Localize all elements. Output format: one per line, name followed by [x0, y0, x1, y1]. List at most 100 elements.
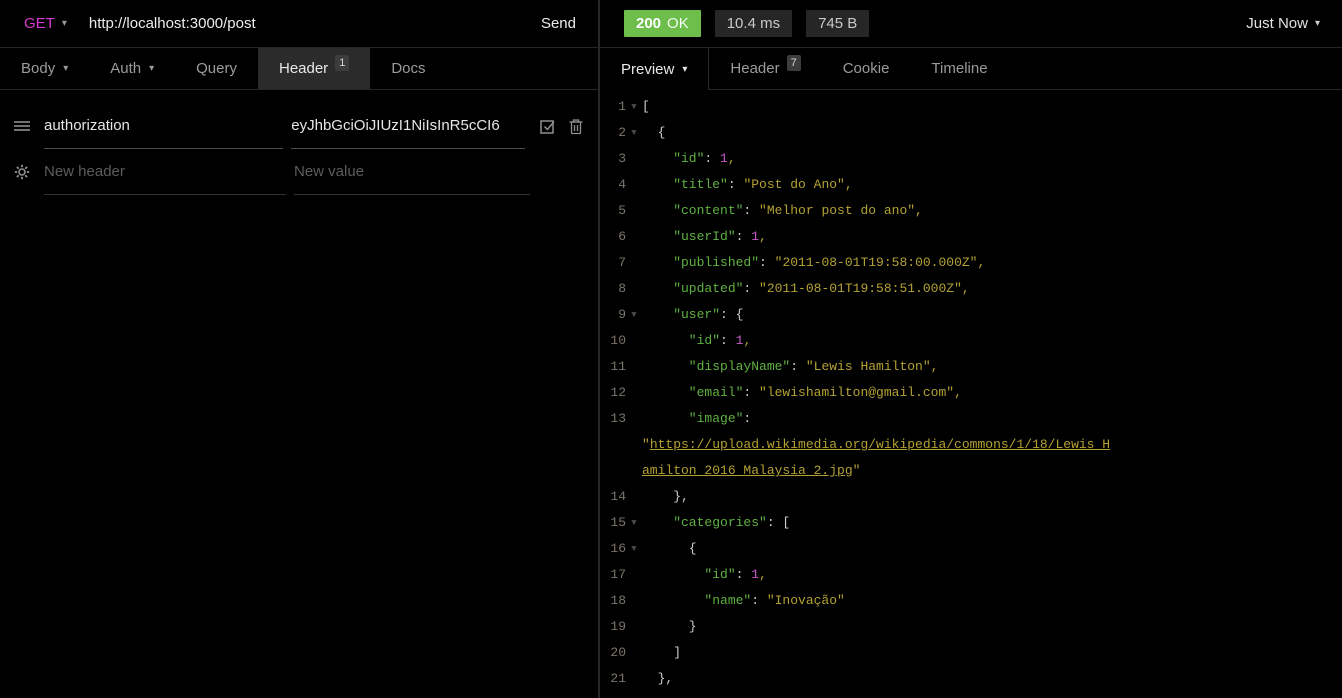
- token: [: [642, 99, 650, 114]
- line-number: 11: [610, 359, 626, 374]
- code-text: },: [642, 484, 689, 510]
- token: :: [743, 385, 760, 400]
- tab-auth[interactable]: Auth ▾: [89, 48, 175, 89]
- code-text: [: [642, 94, 650, 120]
- token: :: [743, 281, 760, 296]
- fold-arrow-icon[interactable]: ▼: [626, 120, 642, 146]
- time-badge: 10.4 ms: [714, 10, 793, 37]
- new-header-input[interactable]: New header: [44, 149, 286, 195]
- token: }: [642, 619, 697, 634]
- delete-header-button[interactable]: [562, 103, 590, 149]
- line-number: 3: [618, 151, 626, 166]
- token: "image": [642, 411, 744, 426]
- token: "name": [642, 593, 752, 608]
- token: :: [735, 567, 752, 582]
- response-pane: 200 OK 10.4 ms 745 B Just Now ▾ Preview ▾…: [600, 0, 1342, 698]
- tab-header[interactable]: Header 7: [709, 48, 821, 89]
- token: : {: [720, 307, 744, 322]
- fold-arrow-icon[interactable]: ▼: [626, 510, 642, 536]
- code-text: "content": "Melhor post do ano",: [642, 198, 923, 224]
- tab-preview[interactable]: Preview ▾: [600, 48, 710, 90]
- status-badge: 200 OK: [624, 10, 701, 37]
- drag-handle-icon[interactable]: [0, 103, 44, 149]
- fold-arrow-icon[interactable]: ▼: [626, 302, 642, 328]
- code-line: 21 },: [600, 666, 1342, 692]
- tab-body[interactable]: Body ▾: [0, 48, 89, 89]
- fold-gutter: [626, 380, 642, 406]
- gear-icon[interactable]: [0, 149, 44, 195]
- status-text: OK: [667, 15, 689, 32]
- token: :: [720, 333, 736, 348]
- code-line: 20 ]: [600, 640, 1342, 666]
- code-line: 9 ▼ "user": {: [600, 302, 1342, 328]
- token: "id": [642, 333, 721, 348]
- code-line: 5 "content": "Melhor post do ano",: [600, 198, 1342, 224]
- code-line: 3 "id": 1,: [600, 146, 1342, 172]
- token: : [: [766, 515, 791, 530]
- code-text: "image":: [642, 406, 751, 432]
- history-dropdown[interactable]: Just Now ▾: [1246, 15, 1320, 32]
- line-number: 4: [618, 177, 626, 192]
- line-number: 19: [610, 619, 626, 634]
- token: ": [852, 463, 861, 478]
- tab-label: Timeline: [931, 60, 988, 77]
- token: "id": [642, 151, 705, 166]
- tab-query[interactable]: Query: [175, 48, 258, 89]
- token: :: [790, 359, 806, 374]
- line-number: 1: [618, 99, 626, 114]
- code-line: 11 "displayName": "Lewis Hamilton",: [600, 354, 1342, 380]
- tab-timeline[interactable]: Timeline: [910, 48, 1008, 89]
- new-header-row: New header New value: [0, 149, 598, 195]
- code-text: }: [642, 614, 697, 640]
- tab-cookie[interactable]: Cookie: [822, 48, 911, 89]
- header-row: authorization eyJhbGciOiJIUzI1NiIsInR5cC…: [0, 103, 598, 149]
- header-value-input[interactable]: eyJhbGciOiJIUzI1NiIsInR5cCI6: [291, 103, 525, 149]
- url-link[interactable]: https://upload.wikimedia.org/wikipedia/c…: [650, 437, 1110, 452]
- code-text: "user": {: [642, 302, 743, 328]
- chevron-down-icon: ▾: [61, 18, 67, 29]
- url-input[interactable]: http://localhost:3000/post: [89, 15, 541, 32]
- fold-arrow-icon[interactable]: ▼: [626, 536, 642, 562]
- header-name-input[interactable]: authorization: [44, 103, 284, 149]
- code-text: "updated": "2011-08-01T19:58:51.000Z",: [642, 276, 970, 302]
- token: :: [727, 177, 744, 192]
- line-number: 15: [610, 515, 626, 530]
- token: "2011-08-01T19:58:00.000Z",: [774, 255, 986, 270]
- line-number: 20: [610, 645, 626, 660]
- token: "userId": [642, 229, 736, 244]
- method-label: GET: [24, 15, 55, 32]
- tab-label: Auth: [110, 60, 142, 77]
- fold-gutter: [626, 562, 642, 588]
- fold-gutter: [626, 354, 642, 380]
- token: "Inovação": [766, 593, 845, 608]
- token: ,: [759, 229, 767, 244]
- token: "content": [642, 203, 744, 218]
- new-value-input[interactable]: New value: [294, 149, 530, 195]
- send-button[interactable]: Send: [541, 15, 576, 32]
- fold-arrow-icon[interactable]: ▼: [626, 94, 642, 120]
- tab-docs[interactable]: Docs: [370, 48, 446, 89]
- method-dropdown[interactable]: GET ▾: [24, 15, 67, 32]
- line-number: 6: [618, 229, 626, 244]
- chevron-down-icon: ▾: [63, 63, 69, 74]
- token: "updated": [642, 281, 744, 296]
- code-line: 12 "email": "lewishamilton@gmail.com",: [600, 380, 1342, 406]
- fold-gutter: [626, 666, 642, 692]
- tab-badge: 7: [786, 54, 801, 71]
- token: "2011-08-01T19:58:51.000Z",: [759, 281, 970, 296]
- line-number: 8: [618, 281, 626, 296]
- tab-label: Query: [196, 60, 237, 77]
- code-line: 19 }: [600, 614, 1342, 640]
- header-enabled-checkbox[interactable]: [535, 103, 563, 149]
- code-line: 14 },: [600, 484, 1342, 510]
- response-body-viewer: 1 ▼[2 ▼ {3 "id": 1, 4 "title": "Post do Ano…: [600, 90, 1342, 698]
- tab-label: Header: [278, 60, 329, 77]
- token: "displayName": [642, 359, 791, 374]
- code-line: 13 "image":: [600, 406, 1342, 432]
- code-line: 8 "updated": "2011-08-01T19:58:51.000Z",: [600, 276, 1342, 302]
- fold-gutter: [626, 250, 642, 276]
- token: "title": [642, 177, 728, 192]
- url-link[interactable]: amilton_2016_Malaysia_2.jpg: [642, 463, 853, 478]
- tab-badge: 1: [335, 54, 350, 71]
- tab-header[interactable]: Header 1: [257, 48, 371, 89]
